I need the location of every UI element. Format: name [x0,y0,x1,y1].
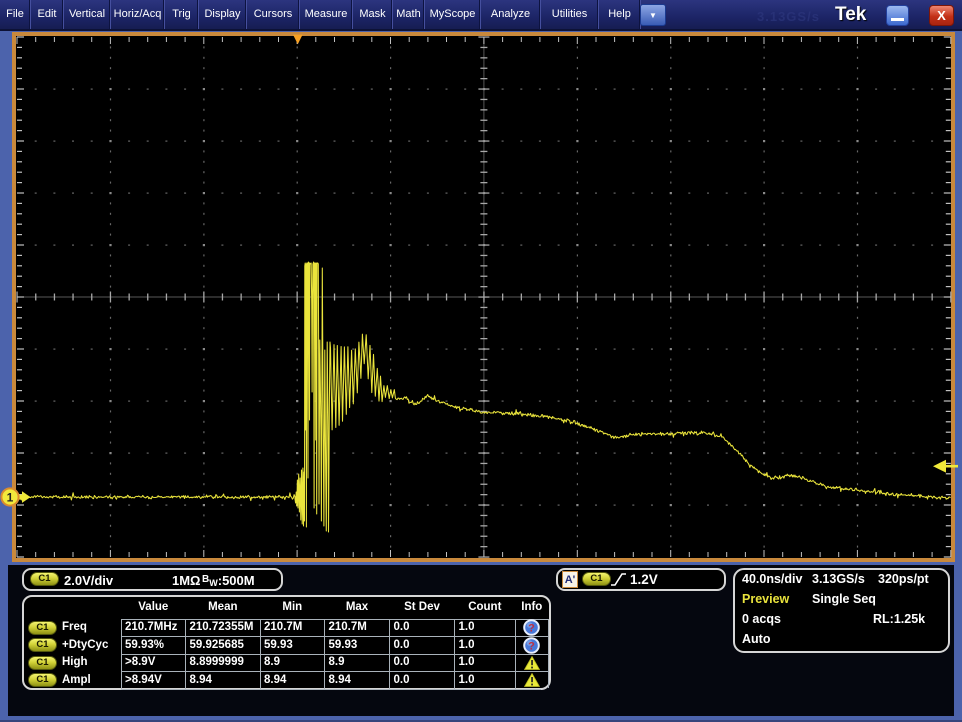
svg-text:?: ? [528,623,535,635]
svg-text:1: 1 [7,491,14,505]
svg-text:?: ? [528,640,535,652]
